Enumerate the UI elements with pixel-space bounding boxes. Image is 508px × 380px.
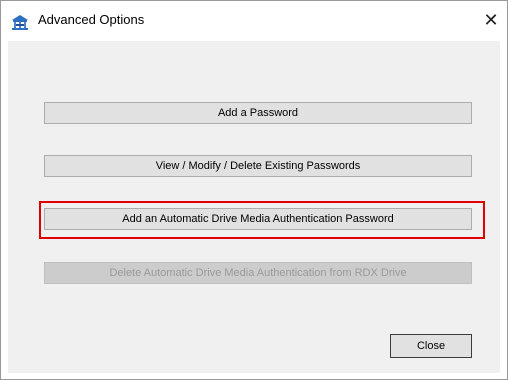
advanced-options-dialog: Advanced Options ✕ Add a Password View /… xyxy=(0,0,508,380)
window-title: Advanced Options xyxy=(38,12,145,27)
highlight-box xyxy=(39,201,485,239)
drive-key-icon xyxy=(10,13,30,31)
delete-automatic-auth-button: Delete Automatic Drive Media Authenticat… xyxy=(44,262,472,284)
add-password-button[interactable]: Add a Password xyxy=(44,102,472,124)
close-icon[interactable]: ✕ xyxy=(480,9,502,31)
title-bar: Advanced Options ✕ xyxy=(1,1,507,41)
view-modify-delete-passwords-button[interactable]: View / Modify / Delete Existing Password… xyxy=(44,155,472,177)
close-button[interactable]: Close xyxy=(390,334,472,358)
